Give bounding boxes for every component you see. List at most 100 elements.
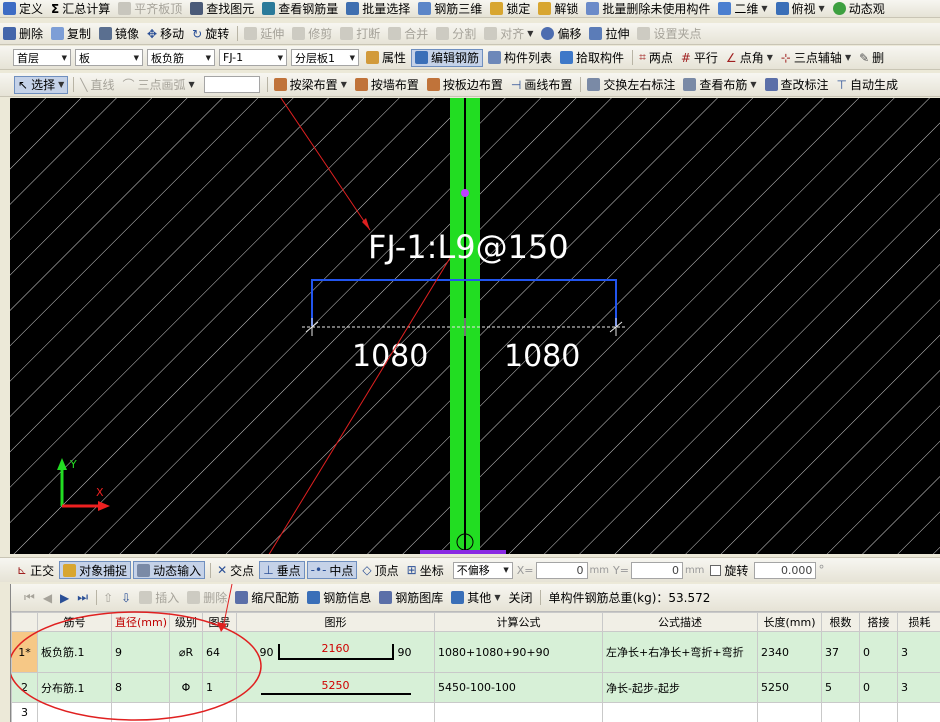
break-button[interactable]: 打断 [337, 23, 383, 44]
view-rebar-qty-button[interactable]: 查看钢筋量 [259, 0, 341, 17]
draw-line-layout-button[interactable]: ⊣ 画线布置 [508, 73, 575, 96]
shape-cell[interactable] [236, 702, 435, 722]
move-down-button[interactable]: ⇩ [118, 584, 134, 611]
type-select[interactable]: 板 ▼ [75, 49, 143, 66]
diameter-cell[interactable]: 8 [111, 672, 170, 703]
figure-no-cell[interactable] [202, 702, 237, 722]
next-record-button[interactable]: ▶ [57, 584, 72, 611]
intersection-snap-button[interactable]: ✕ 交点 [214, 558, 257, 582]
header-cell[interactable]: 计算公式 [434, 612, 603, 632]
component-select[interactable]: FJ-1 ▼ [219, 49, 287, 66]
grade-cell[interactable]: ⌀R [169, 631, 203, 673]
ortho-button[interactable]: ⊾ 正交 [14, 558, 57, 582]
three-point-axis-dropdown[interactable]: ⊹ 三点辅轴 ▼ [778, 46, 854, 69]
pick-component-button[interactable]: 拾取构件 [557, 46, 627, 69]
row-header[interactable]: 2 [11, 672, 38, 703]
length-cell[interactable]: 2340 [757, 631, 822, 673]
header-cell[interactable]: 长度(mm) [757, 612, 822, 632]
count-cell[interactable] [821, 702, 860, 722]
offset-button[interactable]: 偏移 [538, 23, 584, 44]
length-cell[interactable] [757, 702, 822, 722]
header-cell[interactable]: 图形 [236, 612, 435, 632]
grade-cell[interactable]: Φ [169, 672, 203, 703]
row-header[interactable]: 3 [11, 702, 38, 722]
header-cell[interactable]: 公式描述 [602, 612, 758, 632]
delete-axis-button[interactable]: ✎ 删 [856, 46, 887, 69]
rotate-checkbox[interactable] [710, 564, 722, 576]
length-cell[interactable]: 5250 [757, 672, 822, 703]
dynamic-input-button[interactable]: 动态输入 [133, 561, 206, 579]
count-cell[interactable]: 5 [821, 672, 860, 703]
batch-select-button[interactable]: 批量选择 [343, 0, 413, 17]
y-input[interactable]: 0 [630, 561, 683, 579]
description-cell[interactable] [602, 702, 758, 722]
coordinate-snap-button[interactable]: ⊞ 坐标 [404, 558, 447, 582]
delete-row-button[interactable]: 删除 [184, 584, 230, 611]
define-button[interactable]: 定义 [0, 0, 46, 17]
properties-button[interactable]: 属性 [363, 46, 409, 69]
grip-point[interactable] [461, 189, 469, 197]
shape-cell[interactable]: 90 2160 90 [236, 631, 435, 673]
insert-row-button[interactable]: 插入 [136, 584, 182, 611]
move-up-button[interactable]: ⇧ [100, 584, 116, 611]
parallel-button[interactable]: # 平行 [678, 46, 721, 69]
delete-button[interactable]: 删除 [0, 23, 46, 44]
by-beam-dropdown[interactable]: 按梁布置 ▼ [271, 73, 350, 96]
close-button[interactable]: 关闭 [505, 584, 535, 611]
subtype-select[interactable]: 板负筋 ▼ [147, 49, 215, 66]
rebar-name-cell[interactable]: 板负筋.1 [37, 631, 112, 673]
floor-select[interactable]: 首层 ▼ [13, 49, 71, 66]
lap-cell[interactable]: 0 [859, 631, 898, 673]
select-button[interactable]: ↖ 选择 ▼ [14, 75, 69, 94]
rebar-info-button[interactable]: 钢筋信息 [304, 584, 374, 611]
figure-no-cell[interactable]: 1 [202, 672, 237, 703]
header-cell[interactable]: 筋号 [37, 612, 112, 632]
prev-record-button[interactable]: ◀ [40, 584, 55, 611]
drawing-canvas[interactable]: FJ-1:L9@150 1080 1080 Y X [10, 98, 940, 554]
three-point-arc-button[interactable]: ⌒ 三点画弧 ▼ [119, 73, 197, 96]
x-input[interactable]: 0 [535, 561, 588, 579]
last-record-button[interactable]: ⏭ [74, 584, 91, 611]
two-points-button[interactable]: ⌗ 两点 [636, 46, 676, 69]
auto-generate-button[interactable]: ⊤ 自动生成 [834, 73, 901, 96]
rotate-input[interactable]: 0.000 [754, 561, 817, 579]
description-cell[interactable]: 左净长+右净长+弯折+弯折 [602, 631, 758, 673]
header-cell[interactable]: 直径(mm) [111, 612, 170, 632]
line-button[interactable]: ╲ 直线 [77, 73, 117, 96]
by-slab-edge-button[interactable]: 按板边布置 [424, 73, 506, 96]
swap-labels-button[interactable]: 交换左右标注 [584, 73, 678, 96]
stretch-button[interactable]: 拉伸 [586, 23, 632, 44]
align-slab-top-button[interactable]: 平齐板顶 [115, 0, 185, 17]
figure-no-cell[interactable]: 64 [202, 631, 237, 673]
diameter-cell[interactable]: 9 [111, 631, 170, 673]
split-button[interactable]: 分割 [433, 23, 479, 44]
lap-cell[interactable]: 0 [859, 672, 898, 703]
scale-rebar-button[interactable]: 缩尺配筋 [232, 584, 302, 611]
rebar-3d-button[interactable]: 钢筋三维 [415, 0, 485, 17]
trim-button[interactable]: 修剪 [289, 23, 335, 44]
point-angle-dropdown[interactable]: ∠ 点角 ▼ [723, 46, 776, 69]
layer-select[interactable]: 分层板1 ▼ [291, 49, 359, 66]
header-cell[interactable]: 级别 [169, 612, 203, 632]
offset-mode-select[interactable]: 不偏移 ▼ [452, 561, 513, 579]
rebar-label[interactable]: FJ-1:L9@150 [368, 228, 569, 266]
description-cell[interactable]: 净长-起步-起步 [602, 672, 758, 703]
align-dropdown[interactable]: 对齐 ▼ [481, 23, 536, 44]
batch-delete-unused-button[interactable]: 批量删除未使用构件 [583, 0, 713, 17]
perpendicular-snap-button[interactable]: ⊥ 垂点 [259, 561, 305, 579]
rebar-name-cell[interactable]: 分布筋.1 [37, 672, 112, 703]
diameter-cell[interactable] [111, 702, 170, 722]
header-cell[interactable]: 图号 [202, 612, 237, 632]
lap-cell[interactable] [859, 702, 898, 722]
edit-label-button[interactable]: 查改标注 [762, 73, 832, 96]
by-wall-button[interactable]: 按墙布置 [352, 73, 422, 96]
header-cell[interactable]: 搭接 [859, 612, 898, 632]
formula-cell[interactable]: 5450-100-100 [434, 672, 603, 703]
rotate-button[interactable]: ↻ 旋转 [189, 23, 232, 44]
find-element-button[interactable]: 查找图元 [187, 0, 257, 17]
component-list-button[interactable]: 构件列表 [485, 46, 555, 69]
header-cell[interactable]: 损耗 [897, 612, 940, 632]
summary-calc-button[interactable]: Σ 汇总计算 [48, 0, 113, 17]
header-cell[interactable]: 根数 [821, 612, 860, 632]
set-grip-button[interactable]: 设置夹点 [634, 23, 704, 44]
